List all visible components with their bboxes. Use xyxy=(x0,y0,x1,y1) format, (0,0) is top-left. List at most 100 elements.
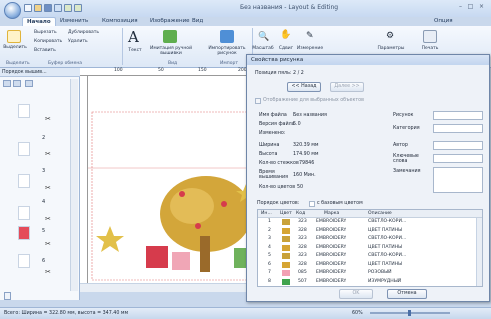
color-code: 323 xyxy=(298,253,307,258)
panel-tool-icon[interactable] xyxy=(3,80,11,87)
table-row[interactable]: 5 323 EMBROIDERY СВЕТЛО-КОРИ... xyxy=(258,252,482,260)
print-preview-icon[interactable] xyxy=(54,4,62,12)
field-label: Изменено: xyxy=(259,131,286,136)
sew-item-thumbnail[interactable] xyxy=(18,254,30,268)
duplicate-button[interactable]: Дублировать xyxy=(68,30,99,35)
back-button[interactable]: << Назад xyxy=(287,82,321,92)
panel-collapse-button[interactable] xyxy=(4,292,11,300)
paste-button[interactable]: Вставить xyxy=(34,48,56,53)
next-button[interactable]: Далее >> xyxy=(330,82,364,92)
canvas-horizontal-scrollbar[interactable] xyxy=(80,283,270,292)
tab-edit[interactable]: Изменить xyxy=(56,17,92,26)
sew-item-number: 2 xyxy=(42,135,46,141)
color-description: ЦВЕТ ПАТИНЫ xyxy=(368,261,403,267)
table-row[interactable]: 4 328 EMBROIDERY ЦВЕТ ПАТИНЫ xyxy=(258,244,482,252)
table-row[interactable]: 2 328 EMBROIDERY ЦВЕТ ПАТИНЫ xyxy=(258,227,482,235)
pattern-name-input[interactable] xyxy=(433,111,483,120)
row-index: 4 xyxy=(268,244,271,250)
field-value: 79846 xyxy=(299,161,315,166)
field-label: Версия файла xyxy=(259,122,295,127)
row-index: 1 xyxy=(268,219,271,224)
cancel-button[interactable]: Отмена xyxy=(387,289,427,299)
sew-item-number: 5 xyxy=(42,228,46,234)
undo-icon[interactable] xyxy=(64,4,72,12)
delete-button[interactable]: Удалить xyxy=(68,39,88,44)
table-row[interactable]: 7 085 EMBROIDERY РОЗОВЫЙ xyxy=(258,269,482,277)
minimize-button[interactable]: – xyxy=(456,3,465,11)
tab-home[interactable]: Начало xyxy=(22,17,56,26)
color-swatch xyxy=(282,270,290,276)
row-index: 3 xyxy=(268,236,271,241)
ruler-tick-label: 50 xyxy=(158,68,164,73)
table-row[interactable]: 6 328 EMBROIDERY ЦВЕТ ПАТИНЫ xyxy=(258,261,482,269)
field-label: Высота xyxy=(259,152,278,157)
ok-button[interactable]: OK xyxy=(339,289,373,299)
sewing-order-panel: Порядок вышив... ✂ 2 ✂ 3 ✂ 4 ✂ 5 ✂ 6 ✂ xyxy=(0,68,80,300)
category-input[interactable] xyxy=(433,124,483,133)
panel-scrollbar[interactable] xyxy=(70,79,78,291)
sew-item-thumbnail[interactable] xyxy=(18,104,30,118)
print-icon xyxy=(423,30,437,43)
sew-item-thumbnail[interactable] xyxy=(18,226,30,240)
keywords-input[interactable] xyxy=(433,154,483,163)
field-value: 5.0 xyxy=(293,122,301,127)
select-button[interactable]: Выделить xyxy=(2,45,28,50)
color-description: СВЕТЛО-КОРИ... xyxy=(368,236,407,241)
text-button[interactable]: Текст xyxy=(124,48,146,53)
table-row[interactable]: 1 323 EMBROIDERY СВЕТЛО-КОРИ... xyxy=(258,218,482,226)
sew-item-thumbnail[interactable] xyxy=(18,206,30,220)
notes-textarea[interactable] xyxy=(433,167,483,193)
hand-stitch-button[interactable]: Имитация ручной вышивки xyxy=(148,46,194,56)
table-row[interactable]: 3 323 EMBROIDERY СВЕТЛО-КОРИ... xyxy=(258,235,482,243)
table-scrollbar[interactable] xyxy=(476,218,482,286)
close-button[interactable]: × xyxy=(477,3,486,11)
field-label: Время вышивания xyxy=(259,170,289,180)
measure-button[interactable]: Измерение xyxy=(296,46,324,51)
ruler-tick-label: 150 xyxy=(198,68,207,73)
save-icon[interactable] xyxy=(44,4,52,12)
color-description: ЦВЕТ ПАТИНЫ xyxy=(368,244,403,250)
field-value: 160 Мин. xyxy=(293,173,316,178)
move-button[interactable]: Сдвиг xyxy=(276,46,296,51)
design-canvas[interactable] xyxy=(88,76,270,283)
status-text: Всего: Ширина = 322.80 мм, высота = 347.… xyxy=(4,311,129,316)
zoom-button[interactable]: Масштаб xyxy=(252,46,274,51)
table-row[interactable]: 8 507 EMBROIDERY ИЗУМРУДНЫЙ xyxy=(258,278,482,286)
column-header: Описание xyxy=(368,211,392,216)
params-button[interactable]: Параметры xyxy=(372,46,410,51)
row-index: 7 xyxy=(268,270,271,275)
maximize-button[interactable]: □ xyxy=(466,3,475,11)
tab-composition[interactable]: Композиция xyxy=(98,17,142,26)
tab-image[interactable]: Изображение xyxy=(146,17,194,26)
zoom-slider-thumb[interactable] xyxy=(408,310,411,316)
redo-icon[interactable] xyxy=(74,4,82,12)
hand-icon: ✋ xyxy=(280,30,292,40)
color-code: 328 xyxy=(298,261,307,267)
select-arrow-icon[interactable] xyxy=(7,30,21,43)
group-label-clipboard: Буфер обмена xyxy=(48,61,83,66)
cut-button[interactable]: Вырезать xyxy=(34,30,57,35)
show-selected-checkbox[interactable] xyxy=(255,98,261,104)
color-code: 323 xyxy=(298,219,307,224)
sew-item-thumbnail[interactable] xyxy=(18,174,30,188)
jump-scissor-icon: ✂ xyxy=(45,150,51,158)
sew-item-number: 4 xyxy=(42,199,46,205)
pattern-name-label: Рисунок xyxy=(393,113,414,118)
option-menu[interactable]: Опция xyxy=(430,17,457,26)
author-input[interactable] xyxy=(433,141,483,150)
base-colors-checkbox[interactable] xyxy=(309,201,315,207)
sew-item-thumbnail[interactable] xyxy=(18,142,30,156)
import-pattern-button[interactable]: Импортировать рисунок xyxy=(204,46,250,56)
open-folder-icon[interactable] xyxy=(34,4,42,12)
panel-tool-icon[interactable] xyxy=(13,80,21,87)
column-header: Код xyxy=(296,211,306,216)
panel-tool-icon[interactable] xyxy=(25,80,33,87)
tab-view[interactable]: Вид xyxy=(188,17,207,26)
copy-button[interactable]: Копировать xyxy=(34,39,62,44)
field-value: 174.90 мм xyxy=(293,152,319,157)
column-header: Цвет xyxy=(280,211,292,216)
color-code: 507 xyxy=(298,278,307,284)
zoom-icon: 🔍 xyxy=(258,32,270,42)
print-button[interactable]: Печать xyxy=(416,46,444,51)
new-file-icon[interactable] xyxy=(24,4,32,12)
